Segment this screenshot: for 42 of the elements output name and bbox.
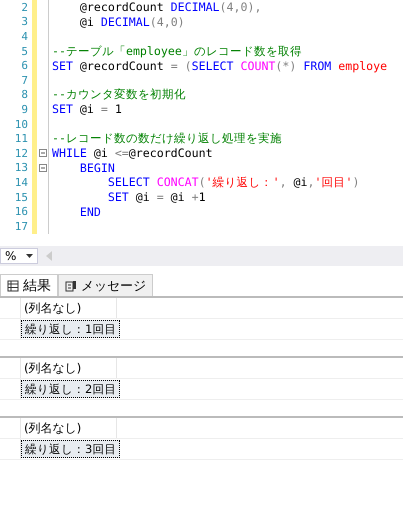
- line-number: 4: [21, 30, 28, 43]
- code-line: --テーブル「employee」のレコード数を取得: [52, 44, 302, 59]
- collapse-icon[interactable]: [38, 164, 46, 172]
- document-icon: [65, 280, 77, 292]
- results-tab[interactable]: 結果: [0, 274, 58, 296]
- column-header: (列名なし): [21, 358, 117, 378]
- code-line: @i DECIMAL(4,0): [78, 14, 185, 29]
- zoom-dropdown[interactable]: %: [0, 248, 38, 264]
- line-number: 15: [14, 190, 28, 204]
- line-number: 6: [21, 59, 28, 72]
- caret-icon: [26, 254, 33, 258]
- line-number: 17: [14, 220, 28, 233]
- code-line: --カウンタ変数を初期化: [52, 87, 186, 102]
- line-number: 13: [14, 161, 28, 174]
- line-number: 2: [21, 0, 28, 14]
- line-number: 3: [21, 15, 28, 28]
- code-line: SET @i = @i +1: [106, 190, 206, 204]
- line-number: 8: [21, 88, 28, 102]
- code-line: WHILE @i <=@recordCount: [52, 146, 213, 160]
- line-number: 11: [14, 132, 28, 146]
- line-number: 5: [21, 44, 28, 58]
- code-line: END: [78, 204, 101, 219]
- results-tab[interactable]: メッセージ: [58, 274, 153, 296]
- column-header: (列名なし): [21, 298, 117, 318]
- collapse-icon[interactable]: [38, 149, 46, 158]
- line-number: 14: [14, 176, 28, 189]
- line-number: 9: [21, 102, 28, 116]
- code-line: SET @recordCount = (SELECT COUNT(*) FROM employe: [52, 58, 388, 73]
- code-line: --レコード数の数だけ繰り返し処理を実施: [52, 131, 282, 146]
- column-header: (列名なし): [21, 418, 117, 438]
- line-number: 16: [14, 205, 28, 218]
- code-line: @recordCount DECIMAL(4,0),: [78, 0, 262, 14]
- code-line: SET @i = 1: [52, 102, 122, 116]
- result-cell[interactable]: 繰り返し：1回目: [21, 320, 120, 338]
- line-number: 7: [21, 74, 28, 87]
- line-number: 10: [14, 118, 28, 131]
- code-line: BEGIN: [78, 160, 115, 175]
- code-line: SELECT CONCAT('繰り返し：', @i,'回目'): [106, 174, 360, 190]
- result-cell[interactable]: 繰り返し：2回目: [21, 380, 120, 398]
- result-cell[interactable]: 繰り返し：3回目: [21, 440, 120, 458]
- line-number: 12: [14, 146, 28, 160]
- grid-icon: [7, 280, 19, 292]
